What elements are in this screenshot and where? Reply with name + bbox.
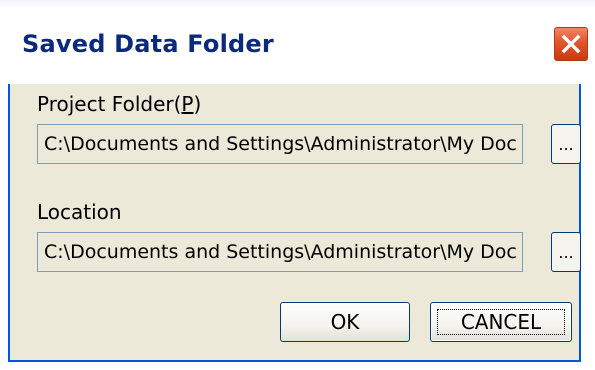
close-button[interactable] [553, 26, 589, 62]
window-title: Saved Data Folder [22, 30, 274, 58]
location-label: Location [37, 200, 122, 224]
project-folder-field[interactable]: C:\Documents and Settings\Administrator\… [37, 124, 523, 164]
project-folder-label-text: Project Folder( [37, 92, 182, 116]
cancel-button-label: CANCEL [460, 310, 542, 334]
project-folder-label-suffix: ) [193, 92, 202, 116]
dialog-body: Project Folder(P) C:\Documents and Setti… [8, 84, 581, 362]
project-folder-mnemonic: P [181, 92, 194, 116]
location-browse-button[interactable]: ... [551, 232, 581, 272]
location-field[interactable]: C:\Documents and Settings\Administrator\… [37, 232, 523, 272]
ok-button[interactable]: OK [280, 302, 410, 342]
title-bar[interactable]: Saved Data Folder [0, 0, 595, 84]
project-folder-label: Project Folder(P) [37, 92, 201, 116]
cancel-button[interactable]: CANCEL [430, 302, 572, 342]
dialog-window: Saved Data Folder Project Folder(P) C:\D… [0, 0, 595, 370]
close-icon [561, 34, 581, 54]
project-folder-browse-button[interactable]: ... [551, 124, 581, 164]
